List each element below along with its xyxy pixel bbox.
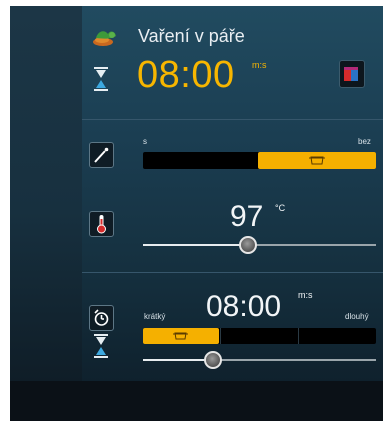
delay-start-button[interactable] — [89, 305, 114, 331]
colored-tiles-icon — [344, 67, 358, 81]
divider — [82, 119, 383, 120]
magic-wand-button[interactable] — [89, 142, 114, 168]
duration-slider-knob[interactable] — [203, 351, 222, 369]
pot-icon — [309, 156, 325, 165]
thermometer-icon — [97, 215, 106, 234]
program-time-unit: m:s — [252, 60, 267, 70]
thermometer-button[interactable] — [89, 211, 114, 237]
intensity-left-label: s — [143, 137, 147, 146]
duration-unit: m:s — [298, 290, 313, 300]
duration-right-label: dlouhý — [345, 312, 369, 321]
duration-option-short[interactable] — [143, 328, 219, 344]
vegetables-icon — [90, 26, 120, 48]
duration-left-label: krátký — [144, 312, 166, 321]
hourglass-icon — [94, 67, 108, 91]
timer-clock-icon — [94, 309, 109, 326]
divider — [82, 272, 383, 273]
hourglass-icon — [94, 334, 108, 358]
program-time[interactable]: 08:00 — [137, 53, 235, 97]
temperature-slider-fill — [143, 244, 248, 246]
duration-option-long[interactable] — [298, 328, 299, 344]
favorite-button[interactable] — [339, 60, 365, 88]
duration-slider-fill — [143, 359, 213, 361]
left-icon-panel — [10, 6, 82, 381]
temperature-slider-knob[interactable] — [238, 236, 257, 254]
temperature-unit: °C — [275, 203, 286, 213]
footer-bar — [10, 381, 383, 421]
duration-option-medium[interactable] — [220, 328, 221, 344]
magic-wand-icon — [94, 147, 109, 163]
duration-value: 08:00 — [206, 290, 282, 323]
intensity-right-label: bez — [358, 137, 371, 146]
intensity-option-2[interactable] — [258, 152, 376, 169]
temperature-value: 97 — [230, 200, 264, 233]
program-title: Vaření v páře — [138, 26, 245, 46]
pot-icon — [173, 332, 188, 340]
